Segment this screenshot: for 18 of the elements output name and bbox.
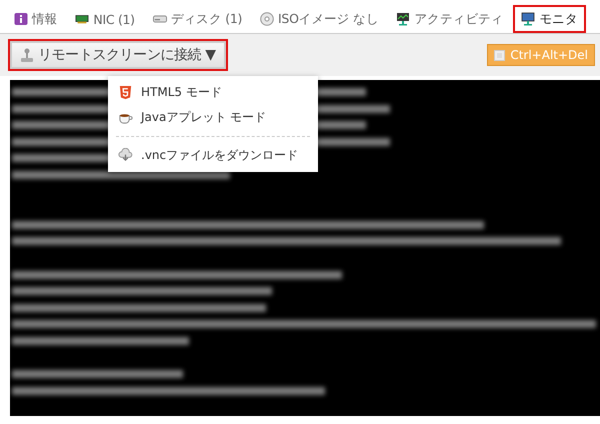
tab[interactable]: 情報 [6, 5, 66, 33]
tab[interactable]: モニタ [513, 5, 586, 33]
tab[interactable]: アクティビティ [388, 5, 512, 33]
connect-remote-screen-button[interactable]: リモートスクリーンに接続 ▼ [10, 41, 226, 69]
network-card-icon [75, 12, 90, 26]
menu-item[interactable]: Javaアプレット モード [108, 105, 318, 130]
monitor-icon [521, 12, 536, 26]
html5-icon [118, 85, 133, 100]
menu-item[interactable]: HTML5 モード [108, 80, 318, 105]
tab[interactable]: ディスク (1) [144, 5, 250, 33]
info-icon [14, 12, 28, 26]
tab[interactable]: ISOイメージ なし [252, 5, 386, 33]
joystick-icon [20, 47, 34, 63]
disc-icon [260, 12, 274, 26]
monitor-chart-icon [396, 12, 410, 26]
menu-item[interactable]: .vncファイルをダウンロード [108, 143, 318, 168]
tab[interactable]: NIC (1) [67, 5, 143, 33]
cloud-download-icon [118, 148, 133, 163]
